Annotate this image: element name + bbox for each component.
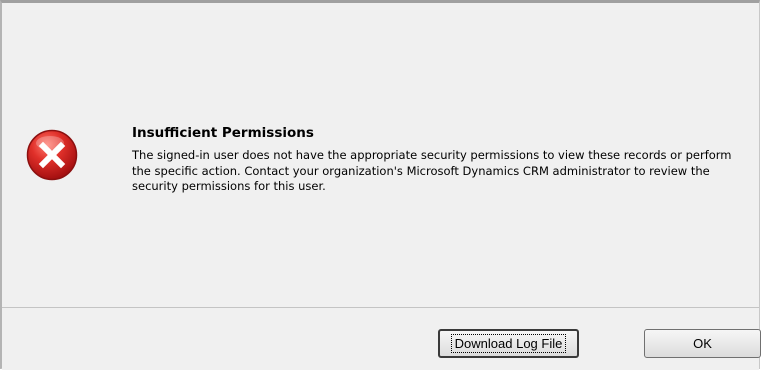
ok-button[interactable]: OK <box>644 329 761 358</box>
download-log-file-label: Download Log File <box>450 334 567 353</box>
dialog-footer: Download Log File OK <box>2 307 761 370</box>
dialog-title: Insufficient Permissions <box>132 125 314 141</box>
dialog-message: The signed-in user does not have the app… <box>132 148 732 193</box>
error-x-icon <box>26 129 78 181</box>
dialog-content: Insufficient Permissions The signed-in u… <box>2 3 759 307</box>
message-block: Insufficient Permissions The signed-in u… <box>132 124 752 195</box>
download-log-file-button[interactable]: Download Log File <box>438 329 579 358</box>
error-dialog: Insufficient Permissions The signed-in u… <box>0 0 761 370</box>
